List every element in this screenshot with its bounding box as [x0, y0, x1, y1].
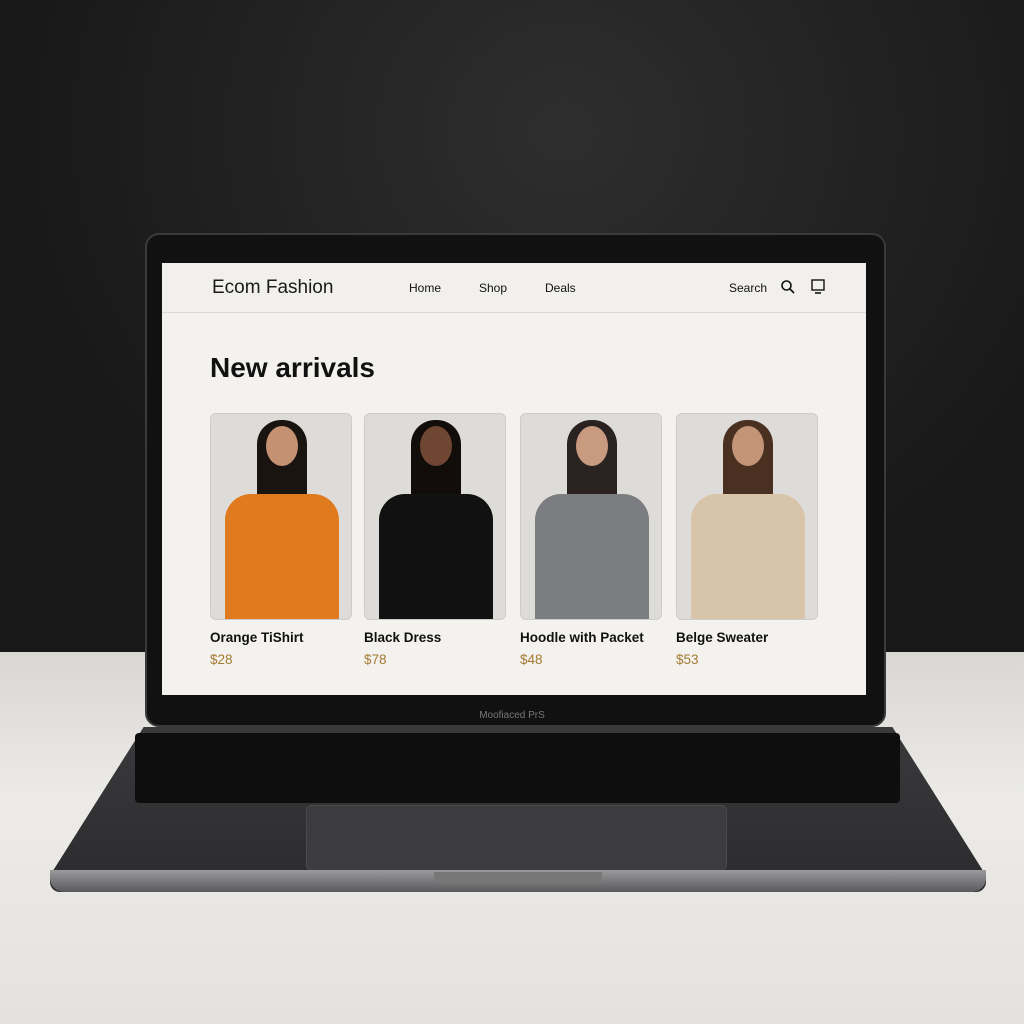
model-face — [732, 426, 764, 466]
screen: Ecom Fashion Home Shop Deals Search New … — [162, 263, 866, 695]
cart-icon[interactable] — [810, 278, 826, 296]
product-price: $28 — [210, 652, 233, 667]
product-image-garment — [225, 494, 339, 619]
device-label: Moofiaced PrS — [479, 710, 545, 721]
product-name[interactable]: Hoodle with Packet — [520, 630, 644, 645]
trackpad — [306, 805, 727, 871]
model-face — [420, 426, 452, 466]
product-image-garment — [691, 494, 805, 619]
product-card[interactable] — [676, 413, 818, 620]
model-face — [576, 426, 608, 466]
product-image-garment — [379, 494, 493, 619]
product-price: $48 — [520, 652, 543, 667]
lid-notch — [434, 872, 602, 884]
product-name[interactable]: Black Dress — [364, 630, 441, 645]
product-card[interactable] — [210, 413, 352, 620]
product-price: $53 — [676, 652, 699, 667]
product-price: $78 — [364, 652, 387, 667]
keyboard — [135, 733, 900, 803]
product-name[interactable]: Orange TiShirt — [210, 630, 304, 645]
product-name[interactable]: Belge Sweater — [676, 630, 768, 645]
product-image-garment — [535, 494, 649, 619]
product-card[interactable] — [364, 413, 506, 620]
nav-home[interactable]: Home — [409, 281, 441, 295]
top-nav: Ecom Fashion Home Shop Deals Search — [162, 263, 866, 313]
model-face — [266, 426, 298, 466]
product-card[interactable] — [520, 413, 662, 620]
page-title: New arrivals — [210, 352, 375, 383]
nav-deals[interactable]: Deals — [545, 281, 576, 295]
brand-logo[interactable]: Ecom Fashion — [212, 277, 333, 299]
search-icon[interactable] — [780, 279, 796, 295]
nav-shop[interactable]: Shop — [479, 281, 507, 295]
search-link[interactable]: Search — [729, 281, 767, 295]
